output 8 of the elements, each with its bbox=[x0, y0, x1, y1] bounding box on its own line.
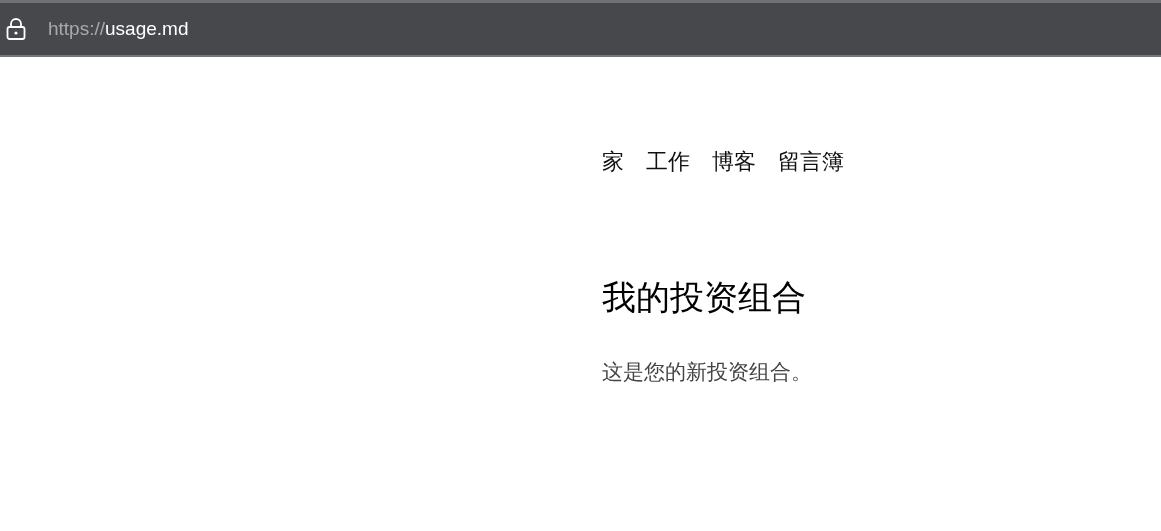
nav-link[interactable]: 留言簿 bbox=[778, 149, 844, 176]
nav-link[interactable]: 博客 bbox=[712, 149, 756, 176]
address-url[interactable]: https://usage.md bbox=[48, 18, 189, 40]
nav-link[interactable]: 工作 bbox=[646, 149, 690, 176]
page-heading: 我的投资组合 bbox=[602, 277, 806, 319]
lock-icon[interactable] bbox=[6, 18, 26, 40]
nav-link[interactable]: 家 bbox=[602, 149, 624, 176]
intro-text: 这是您的新投资组合。 bbox=[602, 360, 812, 386]
